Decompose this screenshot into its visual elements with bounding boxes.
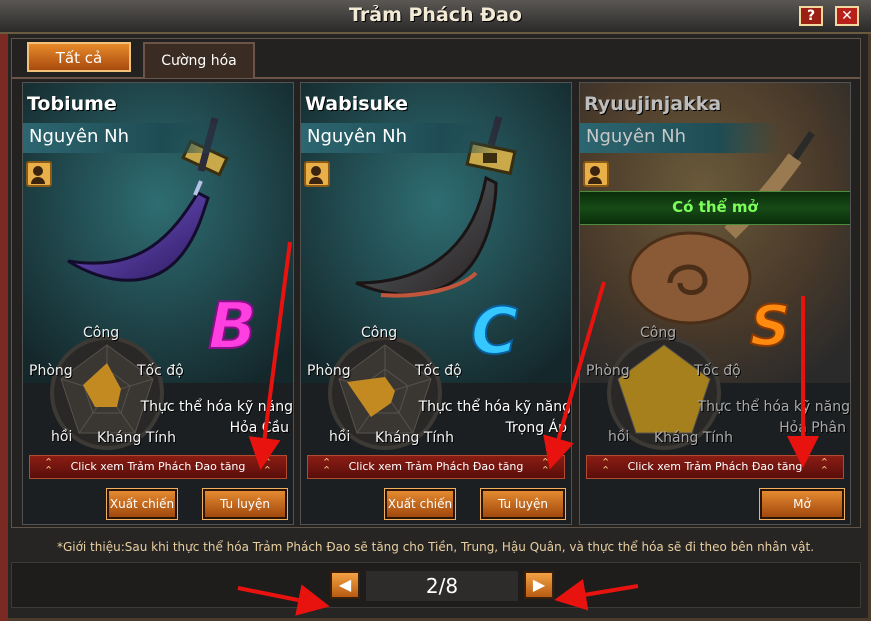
- train-button[interactable]: Tu luyện: [202, 488, 288, 520]
- stat-defense: Phòng: [307, 363, 351, 379]
- view-bonus-bar[interactable]: ⌃ ⌃ Click xem Trảm Phách Đao tăng ⌃ ⌃: [29, 455, 287, 479]
- deploy-button[interactable]: Xuất chiến: [106, 488, 178, 520]
- skill-name: Trọng Áp: [505, 420, 568, 436]
- stat-defense: Phòng: [586, 363, 630, 379]
- chevron-up-icon: ⌃ ⌃: [262, 456, 272, 477]
- card-name: Wabisuke: [305, 93, 409, 115]
- page-indicator: 2/8: [425, 574, 459, 598]
- close-button[interactable]: ✕: [835, 6, 859, 26]
- chevron-up-icon: ⌃ ⌃: [819, 456, 829, 477]
- stat-resist: Kháng Tính: [375, 430, 455, 446]
- unlock-status-banner: Có thể mở: [580, 191, 850, 225]
- view-bonus-label: Click xem Trảm Phách Đao tăng: [627, 460, 803, 473]
- unlock-button[interactable]: Mở: [759, 488, 845, 520]
- stat-resist: Kháng Tính: [654, 430, 734, 446]
- owner-label: Nguyên Nh: [307, 126, 408, 147]
- stat-attack: Công: [640, 325, 677, 341]
- stat-attack: Công: [361, 325, 398, 341]
- grade-letter: B: [208, 290, 257, 364]
- tab-all[interactable]: Tất cả: [27, 42, 131, 72]
- stat-defense: Phòng: [29, 363, 73, 379]
- chevron-up-icon: ⌃ ⌃: [601, 456, 611, 477]
- grade-letter: S: [750, 294, 790, 359]
- zanpakuto-card-1: B Tobiume Nguyên Nh Công Tốc độ Phòng hồ…: [22, 82, 294, 525]
- general-icon[interactable]: [304, 161, 330, 187]
- next-page-button[interactable]: ▶: [524, 571, 554, 599]
- intro-text: *Giới thiệu:Sau khi thực thể hóa Trảm Ph…: [56, 540, 815, 554]
- card-name: Tobiume: [27, 93, 117, 115]
- general-icon[interactable]: [26, 161, 52, 187]
- skill-name: Hỏa Cầu: [229, 420, 289, 436]
- chevron-up-icon: ⌃ ⌃: [540, 456, 550, 477]
- zanpakuto-card-2: C Wabisuke Nguyên Nh Công Tốc độ Phòng h…: [300, 82, 572, 525]
- tab-divider: [11, 77, 861, 79]
- owner-band: Nguyên Nh: [301, 123, 501, 153]
- zanpakuto-card-3: S Ryuujinjakka Nguyên Nh Có thể mở Công …: [579, 82, 851, 525]
- grade-letter: C: [471, 295, 518, 369]
- stat-resist: Kháng Tính: [97, 430, 177, 446]
- skill-name: Hỏa Phân: [779, 420, 846, 436]
- view-bonus-bar[interactable]: ⌃ ⌃ Click xem Trảm Phách Đao tăng ⌃ ⌃: [586, 455, 844, 479]
- owner-label: Nguyên Nh: [29, 126, 130, 147]
- owner-label: Nguyên Nh: [586, 126, 687, 147]
- stat-speed: Tốc độ: [137, 363, 184, 379]
- chevron-up-icon: ⌃ ⌃: [44, 456, 54, 477]
- stat-speed: Tốc độ: [694, 363, 741, 379]
- owner-band: Nguyên Nh: [23, 123, 223, 153]
- stat-attack: Công: [83, 325, 120, 341]
- window-title: Trảm Phách Đao: [349, 4, 522, 26]
- help-button[interactable]: ?: [799, 6, 823, 26]
- stat-recover: hồi: [51, 429, 73, 445]
- view-bonus-bar[interactable]: ⌃ ⌃ Click xem Trảm Phách Đao tăng ⌃ ⌃: [307, 455, 565, 479]
- left-border-strip: [0, 32, 8, 621]
- stat-recover: hồi: [608, 429, 630, 445]
- skill-label: Thực thể hóa kỹ năng: [697, 399, 850, 415]
- title-bar: Trảm Phách Đao ? ✕: [0, 0, 871, 34]
- card-name: Ryuujinjakka: [584, 93, 722, 115]
- view-bonus-label: Click xem Trảm Phách Đao tăng: [348, 460, 524, 473]
- general-icon[interactable]: [583, 161, 609, 187]
- stat-recover: hồi: [329, 429, 351, 445]
- skill-label: Thực thể hóa kỹ năng: [140, 399, 293, 415]
- stat-speed: Tốc độ: [415, 363, 462, 379]
- owner-band: Nguyên Nh: [580, 123, 780, 153]
- chevron-up-icon: ⌃ ⌃: [322, 456, 332, 477]
- train-button[interactable]: Tu luyện: [480, 488, 566, 520]
- tab-enhance[interactable]: Cường hóa: [143, 42, 255, 78]
- deploy-button[interactable]: Xuất chiến: [384, 488, 456, 520]
- view-bonus-label: Click xem Trảm Phách Đao tăng: [70, 460, 246, 473]
- prev-page-button[interactable]: ◀: [330, 571, 360, 599]
- skill-label: Thực thể hóa kỹ năng: [418, 399, 571, 415]
